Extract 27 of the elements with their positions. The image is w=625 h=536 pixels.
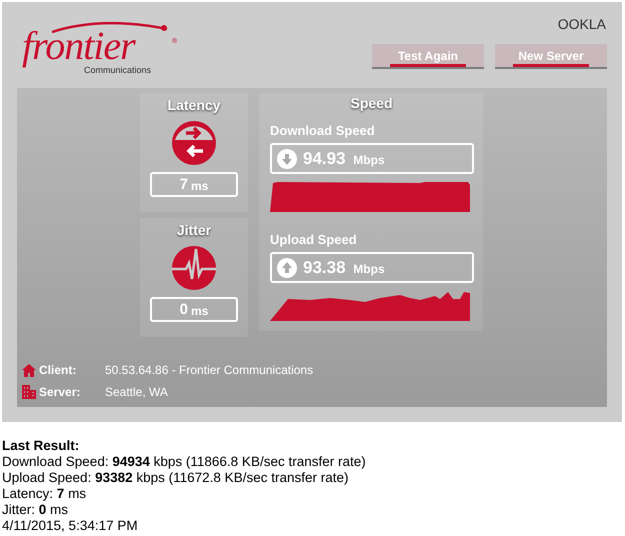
info-value: 50.53.64.86 - Frontier Communications [105, 363, 314, 377]
metric-title: Jitter [176, 222, 212, 238]
metric-title: Latency [168, 97, 220, 113]
info-label: Server: [39, 385, 82, 399]
test-title: Upload Speed [270, 232, 358, 247]
result-line: Download Speed: 94934 kbps (11866.8 KB/sec transfer rate) [2, 454, 367, 470]
metric-value: 0 ms [150, 297, 238, 322]
house-icon [22, 364, 36, 376]
result-line: Upload Speed: 93382 kbps (11672.8 KB/sec transfer rate) [2, 470, 350, 486]
speed-reading: 93.38 Mbps [303, 258, 385, 278]
action-button[interactable]: Test Again [372, 44, 484, 69]
info-label: Client: [39, 363, 78, 377]
building-icon [22, 385, 36, 399]
result-line: Jitter: 0 ms [2, 502, 70, 518]
result-line: 4/11/2015, 5:34:17 PM [2, 518, 139, 534]
arrows-icon [171, 120, 217, 166]
result-line: Latency: 7 ms [2, 486, 88, 502]
logo-tagline: Communications [84, 65, 152, 75]
heartbeat-icon [171, 245, 217, 291]
metric-value: 7 ms [150, 172, 238, 197]
partner-logo: OOKLA [558, 16, 606, 32]
test-title: Download Speed [270, 123, 376, 138]
result-heading: Last Result: [2, 438, 80, 454]
speed-reading: 94.93 Mbps [303, 148, 385, 168]
action-button[interactable]: New Server [495, 44, 607, 69]
speed-title: Speed [350, 95, 392, 111]
info-value: Seattle, WA [105, 385, 168, 399]
